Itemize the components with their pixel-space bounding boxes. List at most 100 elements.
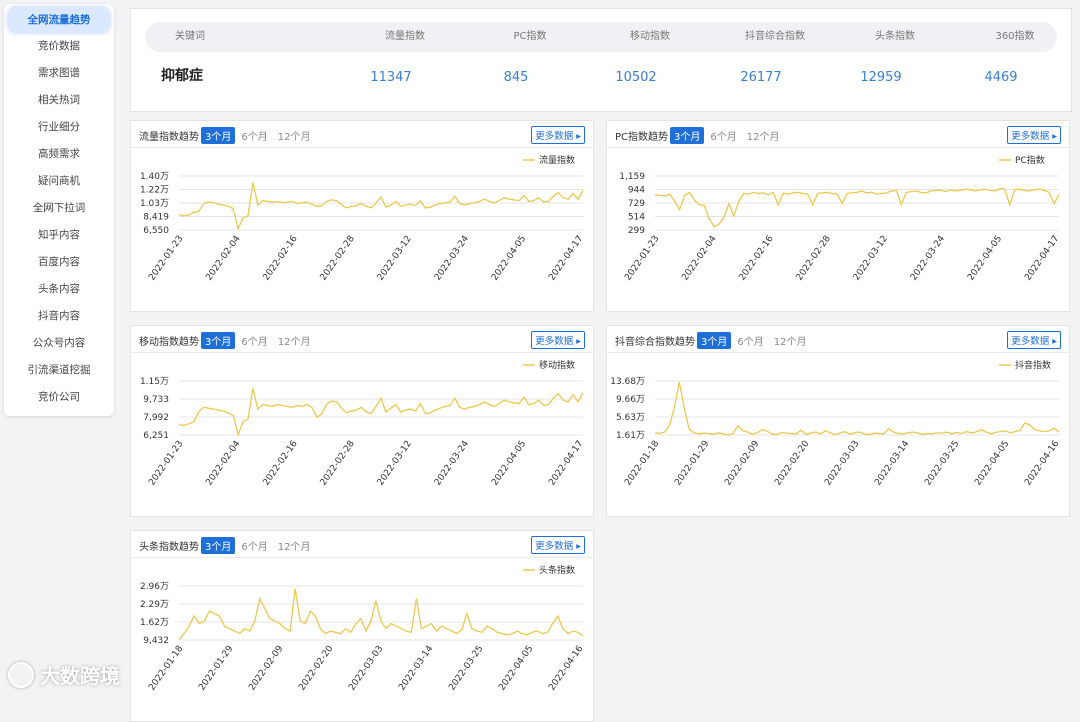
x-tick-label: 2022-03-12 (376, 234, 414, 283)
range-tab[interactable]: 3个月 (201, 332, 236, 349)
y-tick-label: 1.62万 (140, 618, 169, 628)
sidebar-item[interactable]: 疑问商机 (4, 168, 114, 195)
sidebar-item[interactable]: 全网流量趋势 (8, 7, 110, 33)
range-tab[interactable]: 6个月 (733, 332, 767, 349)
more-data-button[interactable]: 更多数据 ▸ (531, 126, 585, 144)
x-tick-label: 2022-02-04 (204, 439, 242, 488)
range-tab[interactable]: 12个月 (274, 127, 315, 144)
y-tick-label: 9,733 (143, 395, 169, 405)
sidebar-item[interactable]: 竞价数据 (4, 33, 114, 60)
x-tick-label: 2022-04-17 (1023, 234, 1061, 283)
range-tab[interactable]: 3个月 (201, 127, 236, 144)
range-tab[interactable]: 12个月 (274, 332, 315, 349)
keyword-value: 抑郁症 (161, 68, 203, 84)
x-tick-label: 2022-03-14 (873, 439, 911, 488)
x-tick-label: 2022-03-12 (852, 234, 890, 283)
y-tick-label: 1,159 (619, 172, 645, 182)
x-tick-label: 2022-02-28 (795, 234, 833, 283)
range-tab[interactable]: 6个月 (237, 332, 271, 349)
header-pc-index: PC指数 (513, 31, 547, 42)
range-tab[interactable]: 6个月 (706, 127, 740, 144)
range-tab[interactable]: 6个月 (237, 537, 271, 554)
caret-right-icon: ▸ (573, 131, 581, 142)
chart-card-header: PC指数趋势 3个月 6个月 12个月 更多数据 ▸ (607, 121, 1069, 148)
x-tick-label: 2022-02-09 (723, 439, 761, 488)
more-data-button[interactable]: 更多数据 ▸ (1007, 331, 1061, 349)
x-tick-label: 2022-02-28 (319, 234, 357, 283)
x-tick-label: 2022-02-16 (738, 234, 776, 283)
trend-chart-card: 移动指数趋势 3个月 6个月 12个月 更多数据 ▸ 移动指数 6,251 7,992 9,73… (130, 325, 594, 517)
sidebar-item[interactable]: 相关热词 (4, 87, 114, 114)
line-chart: 流量指数 6,550 8,419 1.03万 1.22万 1.40万 2022-01-23 2… (140, 154, 586, 283)
sidebar-item[interactable]: 引流渠道挖掘 (4, 357, 114, 384)
x-tick-label: 2022-02-28 (319, 439, 357, 488)
sidebar-item[interactable]: 公众号内容 (4, 330, 114, 357)
y-tick-label: 2.29万 (140, 600, 169, 610)
range-tab[interactable]: 12个月 (770, 332, 811, 349)
x-tick-label: 2022-04-05 (497, 644, 535, 693)
sidebar-item[interactable]: 行业细分 (4, 114, 114, 141)
sidebar-nav: 全网流量趋势 竞价数据 需求图谱 相关热词 行业细分 高频需求 疑问商机 全网下拉词 知乎内容百… (4, 4, 114, 416)
logo-icon (8, 661, 34, 688)
x-tick-label: 2022-04-05 (966, 234, 1004, 283)
sidebar-item[interactable]: 抖音内容 (4, 303, 114, 330)
x-tick-label: 2022-04-16 (547, 644, 585, 693)
y-tick-label: 299 (628, 226, 645, 236)
watermark-text: 大数跨境 (40, 664, 120, 688)
y-tick-label: 1.40万 (140, 172, 169, 182)
y-tick-label: 514 (628, 213, 645, 223)
douyin-index-value: 26177 (740, 70, 782, 85)
x-tick-label: 2022-02-16 (262, 234, 300, 283)
more-data-button[interactable]: 更多数据 ▸ (531, 536, 585, 554)
more-data-label: 更多数据 (535, 131, 574, 142)
more-data-button[interactable]: 更多数据 ▸ (531, 331, 585, 349)
sidebar-item[interactable]: 竞价公司 (4, 384, 114, 411)
chart-title-row: 移动指数趋势 3个月 6个月 12个月 (139, 332, 314, 349)
range-tab[interactable]: 6个月 (237, 127, 271, 144)
sidebar-item[interactable]: 知乎内容 (4, 222, 114, 249)
chart-card-header: 流量指数趋势 3个月 6个月 12个月 更多数据 ▸ (131, 121, 593, 148)
x-tick-label: 2022-02-20 (297, 644, 335, 693)
sidebar-item[interactable]: 高频需求 (4, 141, 114, 168)
chart-title-row: 头条指数趋势 3个月 6个月 12个月 (139, 537, 314, 554)
series-line (178, 588, 584, 641)
x-tick-label: 2022-01-23 (147, 439, 185, 488)
chart-card-header: 头条指数趋势 3个月 6个月 12个月 更多数据 ▸ (131, 531, 593, 558)
x-tick-label: 2022-02-04 (680, 234, 718, 283)
more-data-label: 更多数据 (535, 541, 574, 552)
traffic-index-value: 11347 (370, 70, 412, 85)
legend-label: PC指数 (1015, 154, 1045, 166)
series-line (654, 187, 1060, 228)
more-data-button[interactable]: 更多数据 ▸ (1007, 126, 1061, 144)
sidebar-item[interactable]: 需求图谱 (4, 60, 114, 87)
x-tick-label: 2022-04-05 (973, 439, 1011, 488)
range-tab[interactable]: 3个月 (670, 127, 705, 144)
y-tick-label: 1.03万 (140, 199, 169, 209)
sidebar-item[interactable]: 头条内容 (4, 276, 114, 303)
chart-title-row: 抖音综合指数趋势 3个月 6个月 12个月 (615, 332, 810, 349)
header-traffic-index: 流量指数 (385, 31, 425, 42)
trend-chart-card: 流量指数趋势 3个月 6个月 12个月 更多数据 ▸ 流量指数 6,550 8,419 1.03… (130, 120, 594, 312)
chart-title: PC指数趋势 (615, 132, 669, 143)
line-chart: 移动指数 6,251 7,992 9,733 1.15万 2022-01-23 2022-0… (140, 359, 586, 488)
sidebar-item[interactable]: 百度内容 (4, 249, 114, 276)
range-tab[interactable]: 12个月 (743, 127, 784, 144)
caret-right-icon: ▸ (1049, 336, 1057, 347)
line-chart: 头条指数 9,432 1.62万 2.29万 2.96万 2022-01-18 2022-0… (140, 564, 586, 693)
header-douyin-index: 抖音综合指数 (745, 31, 805, 42)
y-tick-label: 729 (628, 199, 645, 209)
caret-right-icon: ▸ (573, 541, 581, 552)
range-tab[interactable]: 3个月 (201, 537, 236, 554)
range-tab[interactable]: 3个月 (697, 332, 732, 349)
x-tick-label: 2022-02-04 (204, 234, 242, 283)
chart-title: 移动指数趋势 (139, 337, 199, 348)
caret-right-icon: ▸ (1049, 131, 1057, 142)
legend-label: 移动指数 (539, 359, 575, 371)
keyword-summary-card: 关键词 流量指数 PC指数 移动指数 抖音综合指数 头条指数 360指数 抑郁症… (130, 8, 1072, 112)
360-index-value: 4469 (984, 70, 1018, 85)
range-tab[interactable]: 12个月 (274, 537, 315, 554)
sidebar-item[interactable]: 全网下拉词 (4, 195, 114, 222)
x-tick-label: 2022-03-25 (923, 439, 961, 488)
x-tick-label: 2022-01-29 (197, 644, 235, 693)
x-tick-label: 2022-04-17 (547, 234, 585, 283)
